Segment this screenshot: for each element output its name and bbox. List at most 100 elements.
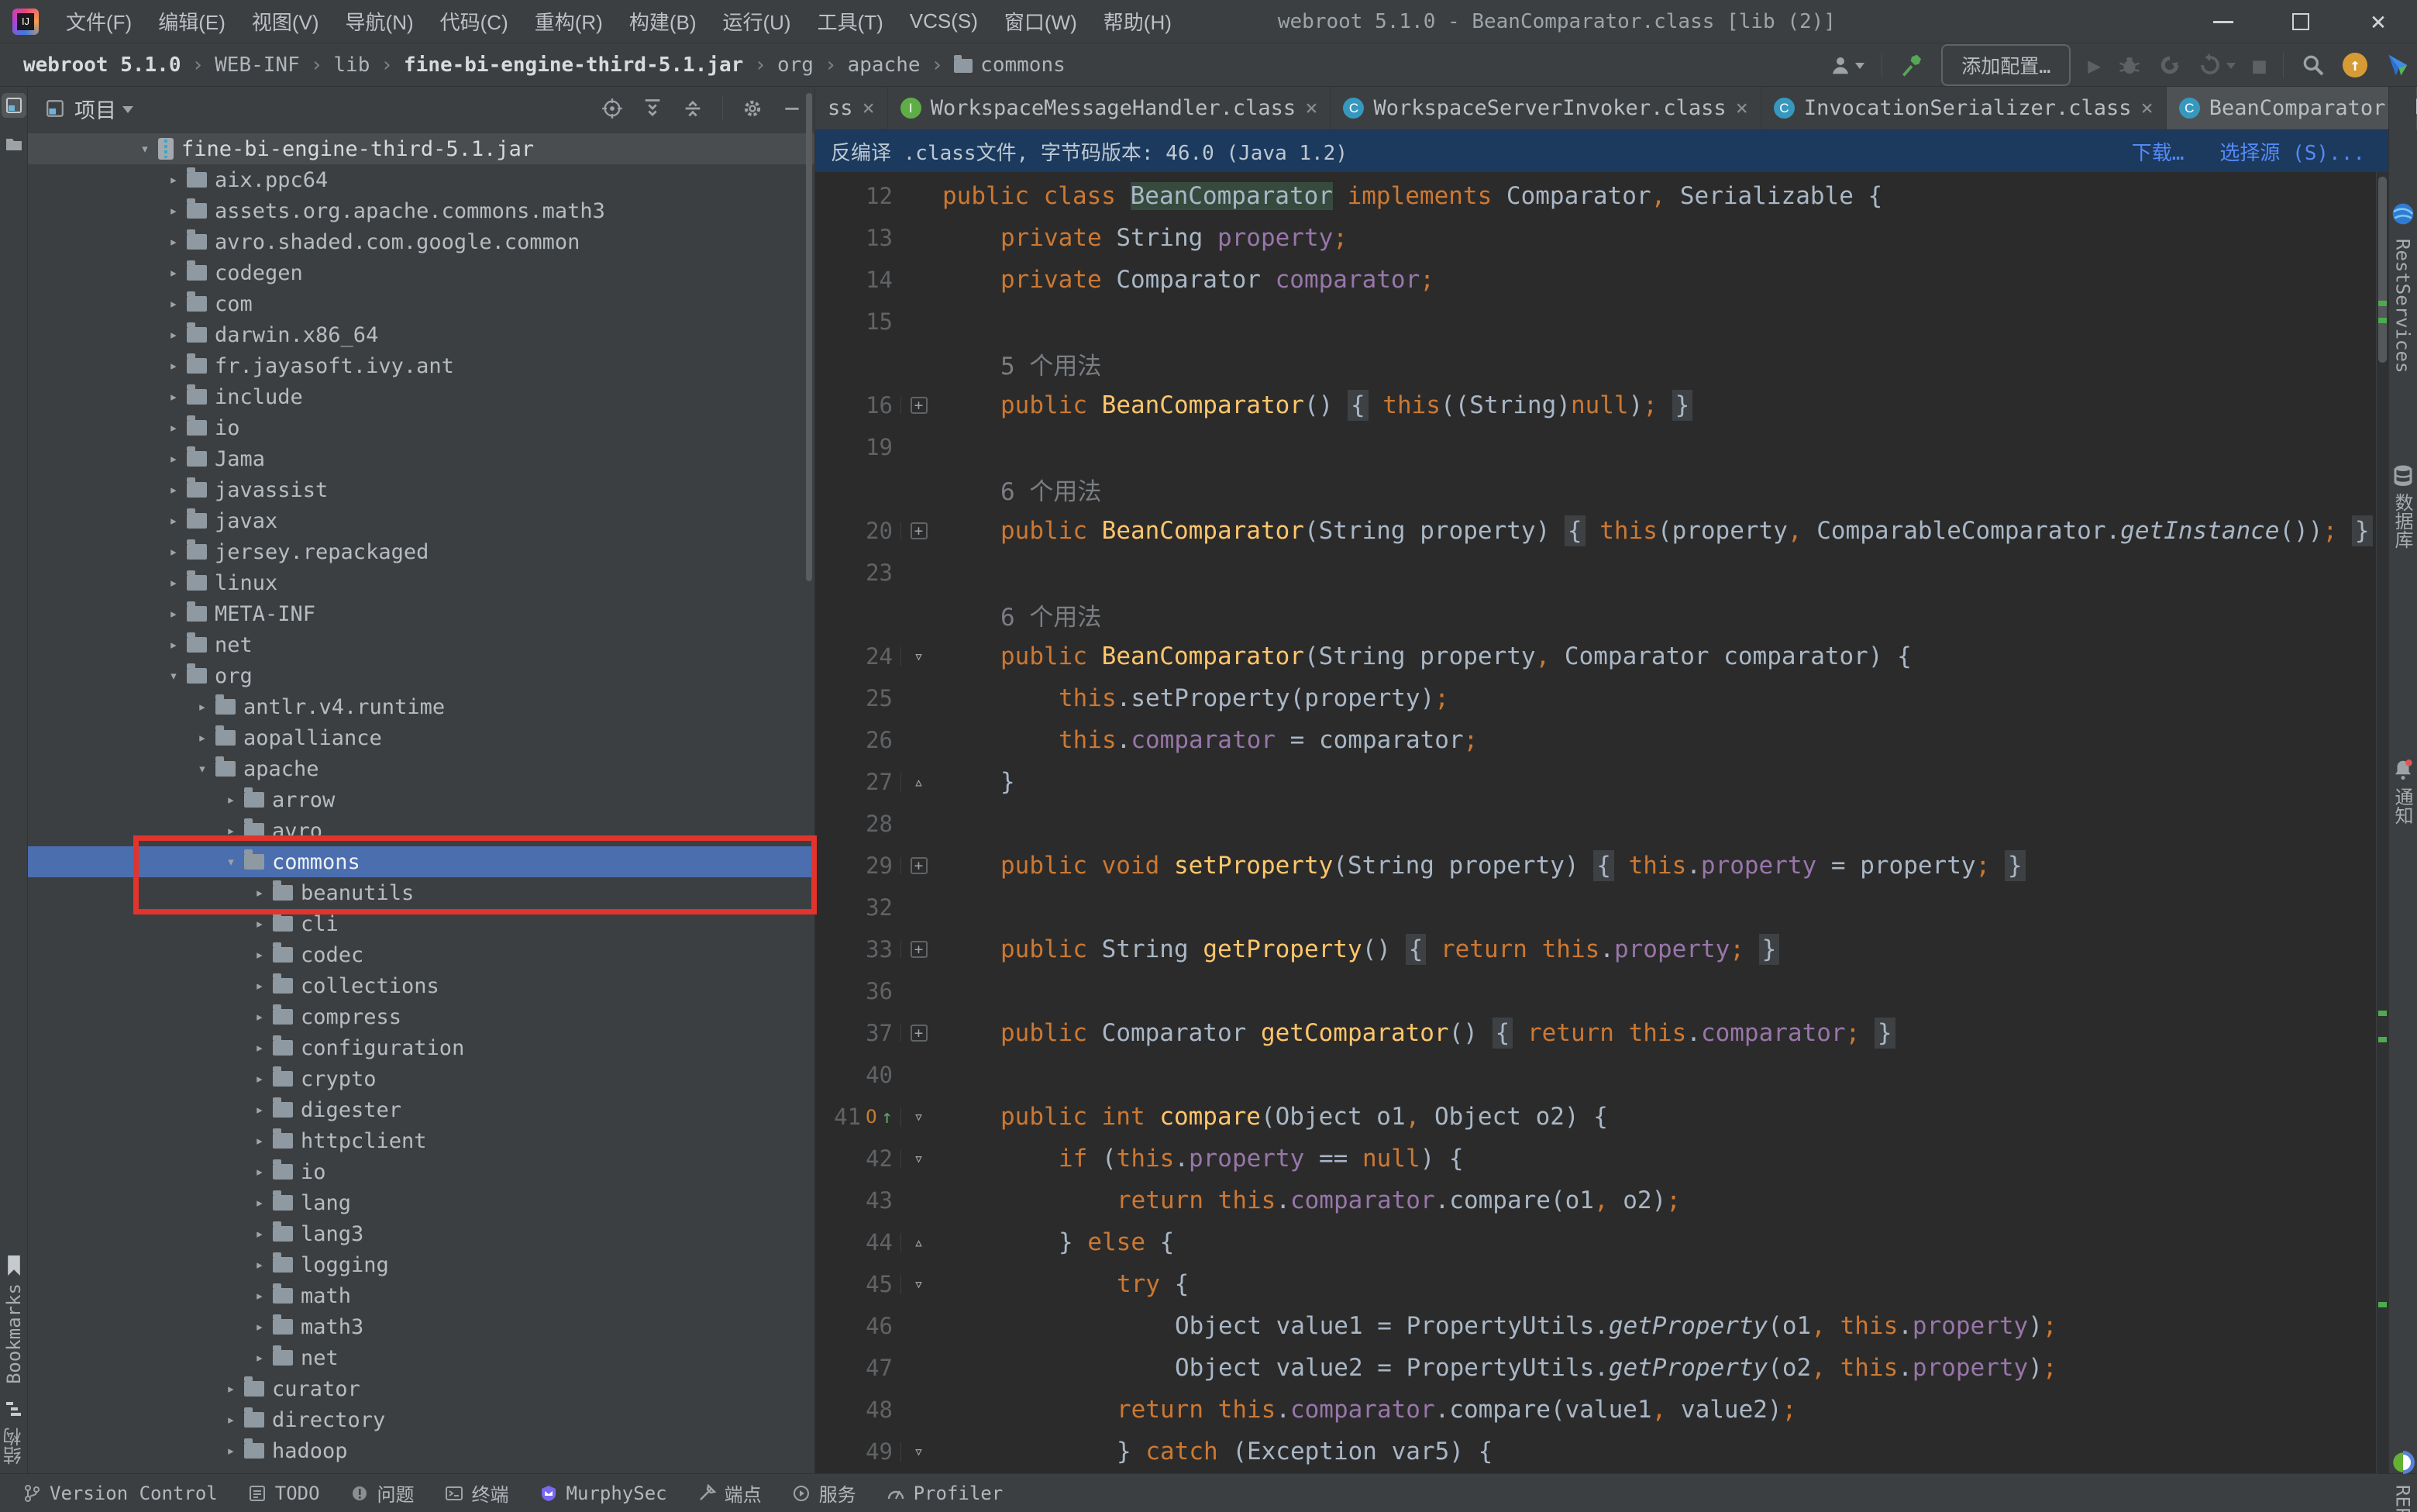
fold-expand-icon[interactable]: + [911, 1025, 928, 1042]
tree-row[interactable]: ▸math [28, 1280, 814, 1311]
tree-row[interactable]: ▸codec [28, 939, 814, 970]
breadcrumb-item[interactable]: lib [333, 53, 370, 77]
tree-chevron-icon[interactable]: ▸ [246, 1039, 273, 1056]
tree-chevron-icon[interactable]: ▸ [160, 326, 187, 343]
status-item-endpoints[interactable]: 端点 [697, 1479, 762, 1507]
fold-collapse-icon[interactable]: ▿ [914, 1149, 924, 1169]
tree-chevron-icon[interactable]: ▸ [160, 388, 187, 405]
menu-item[interactable]: VCS(S) [897, 0, 991, 43]
run-button[interactable]: ▶ [2088, 53, 2101, 78]
tree-chevron-icon[interactable]: ▸ [218, 1442, 244, 1459]
tree-chevron-icon[interactable]: ▾ [189, 760, 215, 777]
expand-all-icon[interactable] [642, 98, 663, 119]
tree-chevron-icon[interactable]: ▸ [160, 295, 187, 312]
tree-row[interactable]: ▸io [28, 1156, 814, 1187]
tree-chevron-icon[interactable]: ▸ [160, 512, 187, 529]
tree-chevron-icon[interactable]: ▸ [189, 698, 215, 715]
editor-tab[interactable]: CBeanComparator.class× [2167, 87, 2417, 129]
tree-row[interactable]: ▾apache [28, 753, 814, 784]
tree-chevron-icon[interactable]: ▸ [160, 481, 187, 498]
menu-item[interactable]: 编辑(E) [145, 0, 239, 43]
locate-file-icon[interactable] [601, 98, 623, 119]
close-button[interactable]: × [2340, 0, 2417, 43]
tool-button-database-label[interactable]: 数据库 [2389, 493, 2416, 549]
tree-row[interactable]: ▸curator [28, 1373, 814, 1404]
tree-row[interactable]: ▾org [28, 660, 814, 691]
tree-row[interactable]: ▸configuration [28, 1032, 814, 1063]
fold-expand-icon[interactable]: + [911, 397, 928, 414]
menu-item[interactable]: 运行(U) [710, 0, 804, 43]
fold-expand-icon[interactable]: + [911, 941, 928, 958]
tree-row[interactable]: ▸fr.jayasoft.ivy.ant [28, 350, 814, 381]
override-gutter-icon[interactable]: O [866, 1106, 876, 1128]
chevron-down-icon[interactable] [122, 106, 133, 119]
tool-button-bookmarks-label[interactable]: Bookmarks [0, 1283, 27, 1384]
tree-row[interactable]: ▸aix.ppc64 [28, 164, 814, 195]
download-sources-link[interactable]: 下载… [2132, 137, 2185, 166]
tree-chevron-icon[interactable]: ▸ [246, 1070, 273, 1087]
tree-row[interactable]: ▸hadoop [28, 1435, 814, 1466]
debug-button[interactable] [2118, 53, 2141, 77]
status-item-profiler[interactable]: Profiler [886, 1483, 1004, 1504]
tree-chevron-icon[interactable]: ▸ [218, 1411, 244, 1428]
tree-row[interactable]: ▸aopalliance [28, 722, 814, 753]
tool-button-structure-label[interactable]: 结构 [0, 1428, 27, 1465]
editor-tab[interactable]: ss× [815, 87, 888, 129]
tool-button-project[interactable] [0, 93, 27, 118]
menu-item[interactable]: 窗口(W) [991, 0, 1090, 43]
tree-chevron-icon[interactable]: ▸ [246, 1318, 273, 1335]
tree-row[interactable]: ▸Jama [28, 443, 814, 474]
breadcrumb-item[interactable]: fine-bi-engine-third-5.1.jar [404, 53, 743, 77]
editor-tab[interactable]: CWorkspaceServerInvoker.class× [1331, 87, 1761, 129]
menu-item[interactable]: 构建(B) [616, 0, 710, 43]
tree-row[interactable]: ▸lang3 [28, 1218, 814, 1249]
tree-row[interactable]: ▸javassist [28, 474, 814, 505]
tree-row[interactable]: ▸io [28, 412, 814, 443]
fold-collapse-icon[interactable]: ▵ [914, 1233, 924, 1252]
tree-row[interactable]: ▸directory [28, 1404, 814, 1435]
menu-item[interactable]: 导航(N) [332, 0, 427, 43]
breadcrumb-item[interactable]: org [777, 53, 814, 77]
tree-row[interactable]: ▸digester [28, 1094, 814, 1125]
fold-collapse-icon[interactable]: ▿ [914, 1107, 924, 1127]
editor-tab[interactable]: IWorkspaceMessageHandler.class× [888, 87, 1331, 129]
tree-row[interactable]: ▾fine-bi-engine-third-5.1.jar [28, 133, 814, 164]
fold-collapse-icon[interactable]: ▿ [914, 647, 924, 666]
tree-chevron-icon[interactable]: ▸ [246, 1101, 273, 1118]
search-everywhere-button[interactable] [2301, 53, 2326, 77]
tree-chevron-icon[interactable]: ▸ [160, 171, 187, 188]
menu-item[interactable]: 视图(V) [239, 0, 332, 43]
status-item-branch[interactable]: Version Control [22, 1483, 218, 1504]
tool-button-bookmarks[interactable] [0, 1255, 27, 1276]
tree-chevron-icon[interactable]: ▸ [160, 419, 187, 436]
tree-chevron-icon[interactable]: ▸ [246, 946, 273, 963]
breadcrumb-item[interactable]: commons [980, 53, 1066, 77]
tree-chevron-icon[interactable]: ▸ [246, 915, 273, 932]
editor-tab[interactable]: CInvocationSerializer.class× [1761, 87, 2167, 129]
tree-chevron-icon[interactable]: ▸ [246, 1349, 273, 1366]
tree-chevron-icon[interactable]: ▸ [189, 729, 215, 746]
tree-chevron-icon[interactable]: ▾ [160, 667, 187, 684]
tree-chevron-icon[interactable]: ▸ [160, 264, 187, 281]
tree-chevron-icon[interactable]: ▸ [218, 1380, 244, 1397]
tree-row[interactable]: ▸avro.shaded.com.google.common [28, 226, 814, 257]
minimize-button[interactable] [2185, 0, 2262, 43]
tool-button-structure[interactable] [0, 1400, 27, 1418]
project-tree-scrollbar[interactable] [806, 93, 812, 581]
build-hammer-button[interactable] [1899, 53, 1924, 77]
tree-row[interactable]: ▸crypto [28, 1063, 814, 1094]
close-icon[interactable]: × [1736, 96, 1748, 120]
breadcrumb-item[interactable]: WEB-INF [215, 53, 300, 77]
menu-item[interactable]: 帮助(H) [1090, 0, 1185, 43]
status-item-todo[interactable]: TODO [247, 1483, 320, 1504]
stop-button[interactable]: ■ [2253, 53, 2266, 78]
code-editor[interactable]: 12public class BeanComparator implements… [815, 172, 2376, 1473]
menu-item[interactable]: 文件(F) [53, 0, 145, 43]
tree-row[interactable]: ▸assets.org.apache.commons.math3 [28, 195, 814, 226]
tree-row[interactable]: ▸logging [28, 1249, 814, 1280]
fold-expand-icon[interactable]: + [911, 522, 928, 539]
fold-collapse-icon[interactable]: ▵ [914, 773, 924, 792]
breadcrumb-item[interactable]: apache [848, 53, 921, 77]
close-icon[interactable]: × [2141, 96, 2154, 120]
tree-chevron-icon[interactable]: ▸ [218, 791, 244, 808]
